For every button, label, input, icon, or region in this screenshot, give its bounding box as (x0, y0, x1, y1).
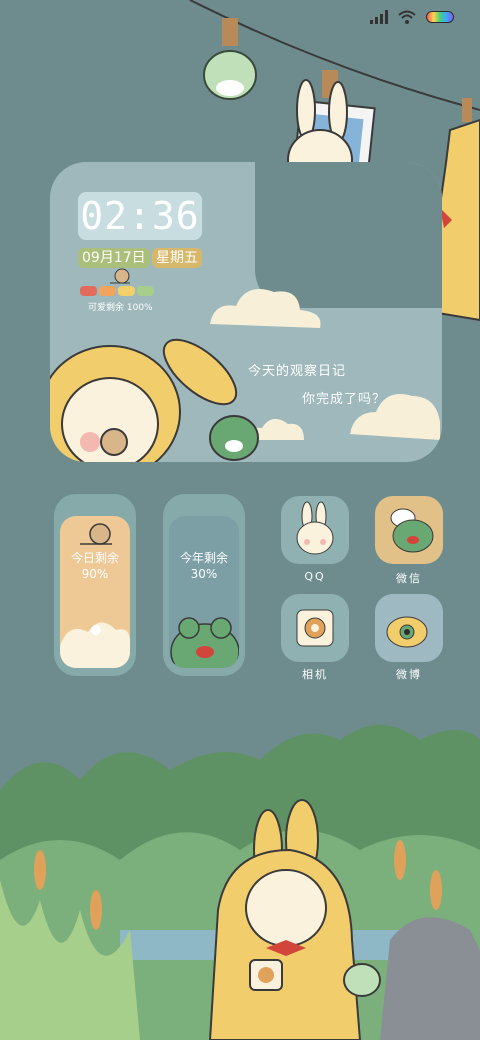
qq-app-icon[interactable] (281, 496, 349, 564)
weibo-app-label: 微博 (396, 668, 422, 681)
bunny-raincoat-illustration (50, 338, 259, 462)
year-remaining-widget[interactable]: 今年剩余 30% (163, 494, 245, 676)
frog-wechat-icon (390, 508, 434, 553)
battery-bar (80, 286, 154, 296)
weibo-app-icon[interactable] (375, 594, 443, 662)
camera-icon (296, 609, 334, 647)
year-remaining-label: 今年剩余 (179, 551, 228, 565)
clock-widget[interactable]: 02:36 09月17日 星期五 可爱剩余 100% 今天的观察日记 你完成了吗… (50, 162, 442, 462)
cloud-illustration (60, 622, 130, 668)
camera-app-label: 相机 (302, 668, 328, 681)
weekday-label: 星期五 (152, 248, 202, 268)
battery-remaining-text: 可爱剩余 100% (88, 303, 153, 313)
qq-app-label: QQ (304, 570, 326, 583)
bunny-qq-icon (296, 501, 334, 555)
date-label: 09月17日 (78, 248, 150, 268)
clock-time: 02:36 (78, 192, 202, 240)
wechat-app-label: 微信 (396, 572, 422, 585)
frog-illustration (170, 617, 239, 668)
diary-caption-line2: 你完成了吗？ (302, 392, 387, 407)
today-remaining-label: 今日剩余 (70, 551, 119, 565)
year-remaining-value: 30% (190, 567, 218, 581)
today-remaining-widget[interactable]: 今日剩余 90% (54, 494, 136, 676)
wechat-app-icon[interactable] (375, 496, 443, 564)
forest-scene-illustration (0, 725, 480, 1040)
camera-app-icon[interactable] (281, 594, 349, 662)
snail-icon (80, 523, 112, 545)
eye-weibo-icon (386, 616, 428, 648)
diary-caption-line1: 今天的观察日记 (248, 364, 347, 379)
today-remaining-value: 90% (81, 567, 109, 581)
snail-icon (110, 268, 130, 284)
